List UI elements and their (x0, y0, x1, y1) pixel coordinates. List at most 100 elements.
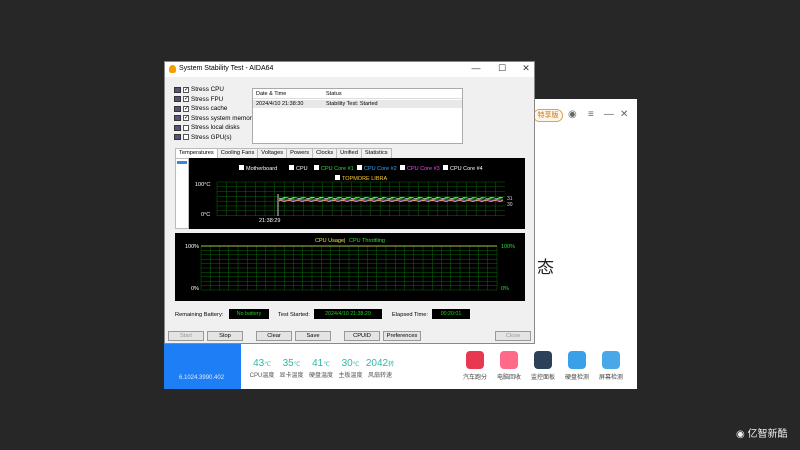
y-axis-top-label: 100°C (195, 182, 210, 188)
hw-stat-number: 30 (341, 358, 353, 369)
minimize-icon[interactable]: — (604, 109, 614, 120)
device-icon (174, 134, 181, 140)
column-header-status[interactable]: Status (326, 91, 342, 97)
device-icon (174, 115, 181, 121)
tab-clocks[interactable]: Clocks (312, 148, 338, 158)
tool-label: 屏幕检测 (598, 375, 623, 381)
legend-checkbox (400, 165, 405, 170)
checkbox[interactable]: ✓ (183, 86, 189, 93)
tab-unified[interactable]: Unified (336, 148, 362, 158)
tool-icon (602, 351, 620, 369)
legend-checkbox (443, 165, 448, 170)
status-text: 态 (537, 258, 554, 277)
tool-button[interactable]: 屏幕检测 (594, 351, 628, 381)
hw-stat: 2042转风扇转速 (362, 358, 398, 379)
stress-option-label: Stress CPU (191, 86, 224, 93)
hardware-panel: 6.1024.3990.402 43℃ CPU温度 35℃ 显卡温度 41℃ 硬盘温度 30… (164, 344, 636, 389)
table-row[interactable]: 2024/4/10 21:38:30 Stability Test: Start… (253, 100, 462, 108)
tool-label: 汽车跑分 (462, 375, 487, 381)
user-icon[interactable]: ◉ (568, 109, 577, 120)
device-icon (174, 86, 181, 93)
log-table: Date & Time Status 2024/4/10 21:38:30 St… (252, 88, 463, 144)
tab-temperatures[interactable]: Temperatures (175, 148, 218, 158)
stress-option[interactable]: Stress local disks (174, 124, 240, 131)
stability-test-window: System Stability Test - AIDA64 — ☐ ✕ ✓ St… (164, 61, 535, 344)
minimize-button[interactable]: — (469, 63, 483, 73)
y-axis-left-bottom: 0% (191, 286, 199, 292)
hw-stat-value: 2042转 (362, 358, 398, 369)
tool-button[interactable]: 电脑回收 (492, 351, 526, 381)
title-bar[interactable]: System Stability Test - AIDA64 — ☐ ✕ (165, 62, 534, 77)
legend-checkbox (239, 165, 244, 170)
stress-option[interactable]: ✓ Stress cache (174, 105, 227, 112)
preferences-button[interactable]: Preferences (383, 331, 421, 341)
tab-powers[interactable]: Powers (286, 148, 314, 158)
stress-option-label: Stress local disks (191, 124, 240, 131)
close-button[interactable]: Close (495, 331, 531, 341)
y-axis-right-bottom: 0% (501, 286, 509, 292)
legend-checkbox (314, 165, 319, 170)
column-header-datetime[interactable]: Date & Time (256, 91, 286, 97)
vip-badge[interactable]: 特享版 (533, 109, 563, 122)
checkbox[interactable] (183, 134, 189, 140)
tab-statistics[interactable]: Statistics (360, 148, 392, 158)
stress-option[interactable]: ✓ Stress CPU (174, 86, 224, 93)
device-icon (174, 96, 181, 102)
stress-option[interactable]: ✓ Stress system memory (174, 115, 255, 122)
legend-label: CPU Core #4 (450, 166, 483, 172)
device-icon (174, 105, 181, 112)
maximize-button[interactable]: ☐ (495, 63, 509, 74)
stress-option[interactable]: ✓ Stress FPU (174, 96, 223, 103)
tab-voltages[interactable]: Voltages (257, 148, 288, 158)
test-started-label: Test Started: (278, 312, 310, 318)
legend-label: CPU (296, 166, 308, 172)
cpu-usage-title: CPU Usage (315, 238, 344, 244)
tool-label: 硬盘检测 (564, 375, 589, 381)
cpu-throttling-title: CPU Throttling (349, 238, 385, 244)
checkbox[interactable]: ✓ (183, 105, 189, 112)
temperature-graph-svg: Motherboard CPU CPU Core #1 CPU Core #2 CPU … (195, 165, 513, 224)
window-title: System Stability Test - AIDA64 (179, 65, 274, 72)
x-axis-label: 21:38:29 (259, 218, 280, 224)
hw-stat-label: 风扇转速 (367, 373, 392, 379)
hw-stat-number: 2042 (365, 358, 389, 369)
tool-icon (466, 351, 484, 369)
hw-stat-unit: ℃ (293, 362, 301, 368)
y-axis-left-top: 100% (185, 244, 199, 250)
cpu-usage-graph-svg: CPU Usage | CPU Throttling 100% 0% 100% 0% (185, 238, 515, 292)
legend-label: CPU Core #3 (407, 166, 440, 172)
close-icon[interactable]: ✕ (620, 109, 628, 120)
version-text: 6.1024.3990.402 (179, 375, 225, 381)
tab-cooling-fans[interactable]: Cooling Fans (216, 148, 259, 158)
menu-icon[interactable]: ≡ (588, 109, 594, 120)
tool-button[interactable]: 监控面板 (526, 351, 560, 381)
checkbox[interactable]: ✓ (183, 115, 189, 121)
sensor-list-selected (177, 161, 187, 164)
hw-stat-number: 43 (253, 358, 265, 369)
aida64-icon (169, 65, 176, 73)
stress-option[interactable]: Stress GPU(s) (174, 134, 232, 141)
legend-checkbox (335, 175, 340, 180)
right-value-label: 30 (507, 202, 513, 208)
cpuid-button[interactable]: CPUID (344, 331, 380, 341)
legend-label: TOPMORE LIBRA (342, 176, 387, 182)
stop-button[interactable]: Stop (207, 331, 243, 341)
tool-button[interactable]: 硬盘检测 (560, 351, 594, 381)
stress-option-label: Stress FPU (191, 95, 224, 103)
save-button[interactable]: Save (295, 331, 331, 341)
stress-option-label: Stress GPU(s) (191, 133, 232, 141)
temperature-graph: Motherboard CPU CPU Core #1 CPU Core #2 CPU … (189, 158, 525, 229)
hw-stat-unit: ℃ (352, 362, 360, 368)
battery-label: Remaining Battery: (175, 312, 224, 318)
start-button[interactable]: Start (168, 331, 204, 341)
watermark-text: 亿智新酷 (747, 429, 788, 440)
tool-button[interactable]: 汽车跑分 (458, 351, 492, 381)
checkbox[interactable]: ✓ (183, 96, 189, 102)
close-window-button[interactable]: ✕ (519, 63, 533, 74)
version-block: 6.1024.3990.402 (164, 344, 241, 389)
tool-icon (500, 351, 518, 369)
sensor-list[interactable] (175, 158, 189, 229)
clear-button[interactable]: Clear (256, 331, 292, 341)
test-started-value: 2024/4/10 21:38:29 (314, 309, 382, 319)
checkbox[interactable] (183, 124, 189, 131)
